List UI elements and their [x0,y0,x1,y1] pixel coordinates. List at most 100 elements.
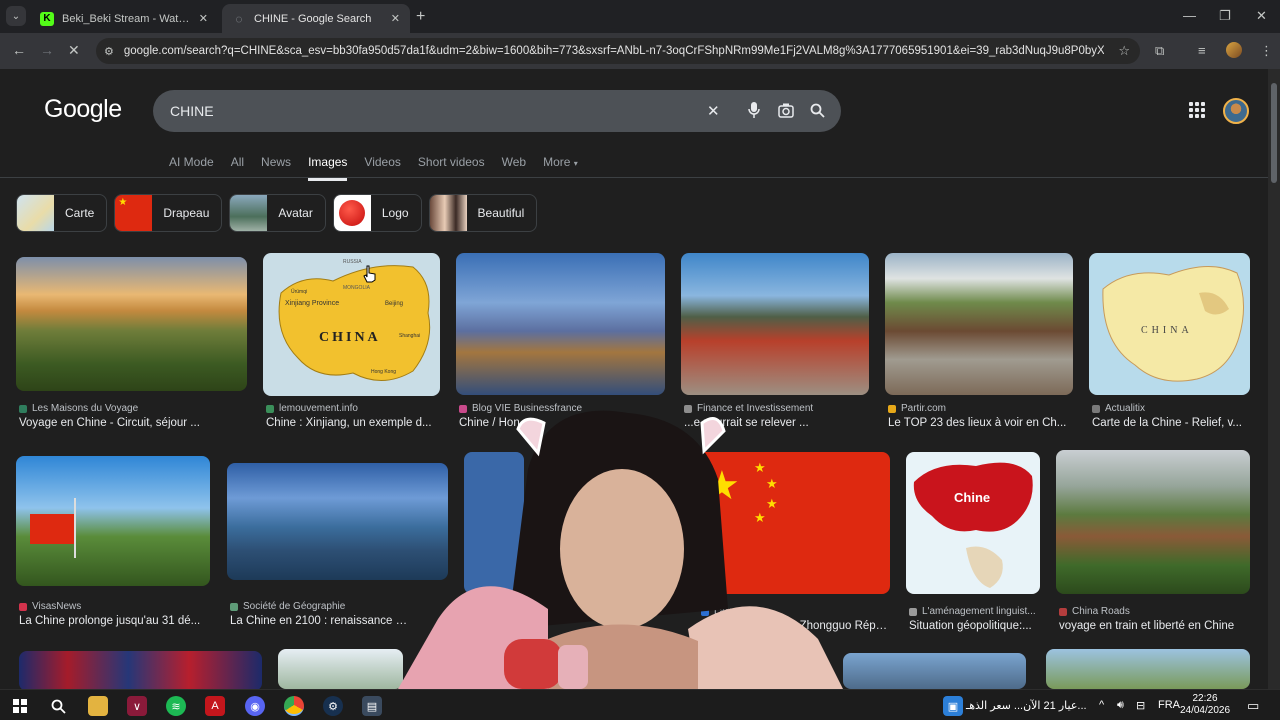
result-caption[interactable]: Le TOP 23 des lieux à voir en Ch... [888,417,1074,429]
search-icon[interactable] [810,103,825,122]
taskbar-clock[interactable]: 22:26 24/04/2026 [1178,693,1232,717]
adobe-icon[interactable]: A [205,696,225,716]
spotify-icon[interactable]: ≋ [166,696,186,716]
result-source[interactable]: Société de Géographie [230,601,345,612]
input-language[interactable]: FRA [1158,699,1180,711]
map-label-mongolia: MONGOLIA [343,285,371,291]
google-logo[interactable]: Google [44,95,122,124]
result-caption[interactable]: La Chine en 2100 : renaissance ou... [230,615,408,627]
stop-loading-icon[interactable]: ✕ [68,42,80,59]
result-thumbnail-great-wall[interactable] [16,257,247,391]
window-close-icon[interactable]: ✕ [1256,8,1267,24]
chrome-icon[interactable] [284,696,304,716]
source-favicon [266,404,274,413]
windows-start-icon[interactable] [10,696,30,716]
browser-tab-google[interactable]: ◌ CHINE - Google Search ✕ [222,4,410,33]
map-label-hongkong: Hong Kong [371,369,396,375]
chip-avatar[interactable]: Avatar [229,194,326,232]
result-source[interactable]: Les Maisons du Voyage [19,403,138,414]
news-widget-icon[interactable]: ▣ [943,696,963,716]
media-controls-icon[interactable]: ≡ [1198,43,1206,58]
close-tab-icon[interactable]: ✕ [199,12,208,25]
discord-icon[interactable]: ◉ [245,696,265,716]
search-input[interactable]: CHINE [153,90,841,132]
extensions-icon[interactable]: ⧉ [1155,43,1164,59]
notifications-icon[interactable]: ▭ [1247,698,1259,714]
browser-tab-stream[interactable]: K Beki_Beki Stream - Watch Live o ✕ [30,4,218,33]
address-bar[interactable]: ⚙ google.com/search?q=CHINE&sca_esv=bb30… [96,38,1140,64]
back-icon[interactable]: ← [12,42,26,58]
app-icon[interactable]: ▤ [362,696,382,716]
map-label-xinjiang: Xinjiang Province [285,300,339,307]
restore-icon[interactable]: ❐ [1219,8,1231,24]
browser-menu-icon[interactable]: ⋮ [1260,43,1273,59]
map-label-urumqi: Ürümqi [291,288,307,295]
result-caption[interactable]: Situation géopolitique:... [909,620,1043,632]
result-caption[interactable]: voyage en train et liberté en Chine [1059,620,1251,632]
result-thumbnail-old-street[interactable] [681,253,869,395]
result-caption[interactable]: Carte de la Chine - Relief, v... [1092,417,1250,429]
chevron-down-icon: ▾ [573,159,578,168]
result-thumbnail-mountains[interactable] [1046,649,1250,689]
result-thumbnail-great-wall-green[interactable] [1056,450,1250,594]
forward-icon[interactable]: → [40,42,54,58]
minimize-icon[interactable]: — [1183,8,1196,23]
tab-search-menu-icon[interactable]: ⌄ [6,6,26,26]
file-explorer-icon[interactable] [88,696,108,716]
result-thumbnail-china-map-relief[interactable]: CHINA [1089,253,1250,395]
result-source[interactable]: L'aménagement linguist... [909,606,1036,617]
result-thumbnail-wall-walkway[interactable] [885,253,1073,395]
show-hidden-icons[interactable]: ^ [1099,699,1104,711]
scrollbar-thumb[interactable] [1271,83,1277,183]
nav-divider [0,177,1268,178]
chip-label: Drapeau [163,206,210,220]
url-text: google.com/search?q=CHINE&sca_esv=bb30fa… [123,45,1104,57]
site-info-icon[interactable]: ⚙ [104,45,114,58]
chip-thumbnail [17,195,54,231]
profile-avatar[interactable] [1226,42,1242,58]
chip-label: Avatar [278,206,313,220]
source-favicon [888,404,896,413]
search-query[interactable]: CHINE [170,103,841,119]
lens-search-icon[interactable] [778,103,794,122]
page-scrollbar[interactable] [1268,69,1280,689]
bookmark-star-icon[interactable]: ☆ [1118,43,1130,59]
network-icon[interactable]: ⊟ [1136,699,1145,712]
google-apps-icon[interactable] [1189,102,1205,118]
volume-icon[interactable]: 🔊︎ [1117,699,1124,712]
result-thumbnail-temple[interactable] [843,653,1026,689]
kick-logo-icon: K [40,11,54,26]
search-icon[interactable] [48,696,68,716]
chip-carte[interactable]: Carte [16,194,108,232]
result-source[interactable]: Actualitix [1092,403,1145,414]
voice-search-icon[interactable] [748,102,760,122]
result-thumbnail-landscape[interactable] [278,649,403,689]
close-tab-icon[interactable]: ✕ [391,12,400,25]
source-favicon [19,404,27,413]
davinci-app-icon[interactable]: ∨ [127,696,147,716]
steam-icon[interactable]: ⚙ [323,696,343,716]
chip-beautiful[interactable]: Beautiful [428,194,538,232]
result-thumbnail-china-map[interactable]: CHINA Xinjiang Province Beijing RUSSIA M… [263,253,440,396]
clock-time: 22:26 [1192,693,1218,704]
chip-logo[interactable]: Logo [332,194,422,232]
tab-title: Beki_Beki Stream - Watch Live o [62,12,193,25]
news-ticker-text[interactable]: عيار 21 الآن... سعر الذهـ... [966,699,1087,712]
source-name: VisasNews [32,601,82,612]
result-source[interactable]: VisasNews [19,601,81,612]
clear-search-icon[interactable]: ✕ [707,102,720,120]
result-thumbnail-flag-wall[interactable] [16,456,210,586]
new-tab-icon[interactable]: + [416,8,425,26]
hand-cursor-icon [363,265,377,283]
result-caption[interactable]: La Chine prolonge jusqu'au 31 dé... [19,615,211,627]
result-thumbnail-chine-map[interactable]: Chine [906,452,1040,594]
more-label: More [543,155,571,169]
result-thumbnail-politics[interactable] [19,651,262,689]
result-source[interactable]: China Roads [1059,606,1130,617]
account-avatar[interactable] [1223,98,1249,124]
result-source[interactable]: Partir.com [888,403,946,414]
result-caption[interactable]: Voyage en Chine - Circuit, séjour ... [19,417,247,429]
chip-drapeau[interactable]: ★ Drapeau [114,194,223,232]
result-source[interactable]: lemouvement.info [266,403,358,414]
result-thumbnail-pagoda-city[interactable] [456,253,665,395]
